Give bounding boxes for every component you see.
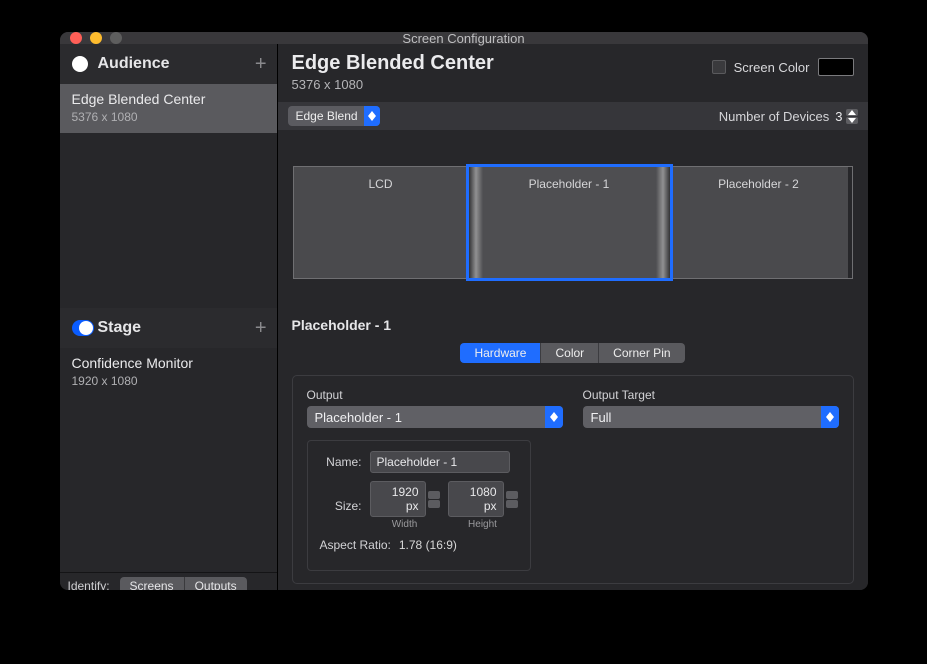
stepper-up-icon[interactable] xyxy=(846,109,858,116)
name-field[interactable]: Placeholder - 1 xyxy=(370,451,510,473)
sidebar-item-dim: 5376 x 1080 xyxy=(72,109,265,125)
output-target-label: Output Target xyxy=(583,388,839,402)
add-audience-button[interactable]: + xyxy=(255,53,267,76)
mode-toolbar: Edge Blend Number of Devices 3 xyxy=(278,102,868,130)
output-device-placeholder-2[interactable]: Placeholder - 2 xyxy=(670,167,848,278)
screen-color-well[interactable] xyxy=(818,58,854,76)
output-value: Placeholder - 1 xyxy=(315,410,402,425)
aspect-value: 1.78 (16:9) xyxy=(399,538,457,552)
identify-outputs-button[interactable]: Outputs xyxy=(185,577,247,591)
screen-config-window: Screen Configuration Audience + Edge Ble… xyxy=(60,32,868,590)
identify-screens-button[interactable]: Screens xyxy=(120,577,185,591)
audience-enabled-icon[interactable] xyxy=(72,56,88,72)
device-label: LCD xyxy=(368,177,392,278)
mode-select[interactable]: Edge Blend xyxy=(288,106,380,126)
sidebar-item-dim: 1920 x 1080 xyxy=(72,373,265,389)
screen-color-checkbox[interactable] xyxy=(712,60,726,74)
width-field[interactable]: 1920 px xyxy=(370,481,426,517)
titlebar: Screen Configuration xyxy=(60,32,868,44)
stage-label: Stage xyxy=(98,319,255,337)
main-header: Edge Blended Center 5376 x 1080 Screen C… xyxy=(278,44,868,102)
detail-title: Placeholder - 1 xyxy=(292,317,854,333)
screen-layout-canvas: LCD Placeholder - 1 Placeholder - 2 xyxy=(278,130,868,307)
name-label: Name: xyxy=(320,455,362,469)
audience-section-header: Audience + xyxy=(60,44,277,84)
output-target-value: Full xyxy=(591,410,612,425)
screen-color-label: Screen Color xyxy=(734,60,810,75)
blend-right-icon xyxy=(656,167,670,278)
output-select[interactable]: Placeholder - 1 xyxy=(307,406,563,428)
minimize-icon[interactable] xyxy=(90,32,102,44)
sidebar: Audience + Edge Blended Center 5376 x 10… xyxy=(60,44,278,590)
width-label: Width xyxy=(392,519,418,530)
output-properties: Name: Placeholder - 1 Size: 1920 px xyxy=(307,440,531,571)
stage-section-header: Stage + xyxy=(60,308,277,348)
sidebar-item-name: Edge Blended Center xyxy=(72,90,265,109)
stepper-down-icon[interactable] xyxy=(846,117,858,124)
height-stepper[interactable] xyxy=(506,491,518,508)
detail-panel: Placeholder - 1 Hardware Color Corner Pi… xyxy=(278,307,868,590)
window-title: Screen Configuration xyxy=(60,32,868,46)
tab-corner-pin[interactable]: Corner Pin xyxy=(599,343,684,363)
chevron-updown-icon xyxy=(545,406,563,428)
aspect-label: Aspect Ratio: xyxy=(320,538,391,552)
audience-label: Audience xyxy=(98,55,255,73)
screen-resolution: 5376 x 1080 xyxy=(292,77,494,92)
identify-label: Identify: xyxy=(68,579,110,591)
output-label: Output xyxy=(307,388,563,402)
blend-left-icon xyxy=(469,167,483,278)
width-stepper[interactable] xyxy=(428,491,440,508)
device-label: Placeholder - 2 xyxy=(718,177,799,278)
zoom-icon[interactable] xyxy=(110,32,122,44)
window-controls xyxy=(70,32,122,44)
mode-value: Edge Blend xyxy=(296,109,358,123)
close-icon[interactable] xyxy=(70,32,82,44)
output-device-lcd[interactable]: LCD xyxy=(294,167,469,278)
device-label: Placeholder - 1 xyxy=(529,177,610,278)
sidebar-item-name: Confidence Monitor xyxy=(72,354,265,373)
add-stage-button[interactable]: + xyxy=(255,317,267,340)
main-panel: Edge Blended Center 5376 x 1080 Screen C… xyxy=(278,44,868,590)
sidebar-item-confidence[interactable]: Confidence Monitor 1920 x 1080 xyxy=(60,348,277,397)
output-device-placeholder-1[interactable]: Placeholder - 1 xyxy=(466,164,673,281)
height-label: Height xyxy=(468,519,497,530)
devices-label: Number of Devices xyxy=(719,109,830,124)
stage-toggle[interactable] xyxy=(72,320,94,336)
tab-hardware[interactable]: Hardware xyxy=(460,343,541,363)
chevron-updown-icon xyxy=(364,106,380,126)
size-label: Size: xyxy=(320,499,362,513)
identify-bar: Identify: Screens Outputs xyxy=(60,572,277,590)
chevron-updown-icon xyxy=(821,406,839,428)
sidebar-item-edge-blended[interactable]: Edge Blended Center 5376 x 1080 xyxy=(60,84,277,133)
screen-title: Edge Blended Center xyxy=(292,52,494,75)
output-target-select[interactable]: Full xyxy=(583,406,839,428)
devices-count: 3 xyxy=(835,109,842,124)
tab-color[interactable]: Color xyxy=(541,343,599,363)
height-field[interactable]: 1080 px xyxy=(448,481,504,517)
devices-stepper[interactable]: 3 xyxy=(835,109,857,124)
hardware-panel: Output Placeholder - 1 Name: Placeh xyxy=(292,375,854,584)
